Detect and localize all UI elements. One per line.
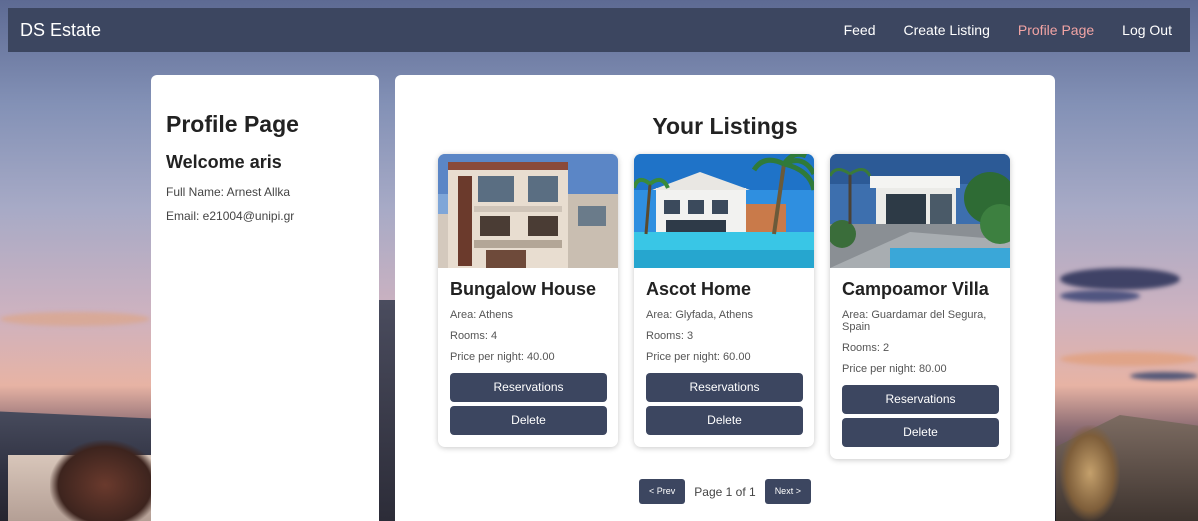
reservations-button[interactable]: Reservations [646,373,803,402]
listings-panel: Your Listings Bungalow House Area: Athen… [395,75,1055,521]
cloud [1130,372,1198,380]
nav-link-log-out[interactable]: Log Out [1122,22,1172,38]
pagination: < Prev Page 1 of 1 Next > [395,479,1055,504]
delete-button[interactable]: Delete [646,406,803,435]
tree [50,440,160,521]
listing-photo [438,154,618,268]
profile-card: Profile Page Welcome aris Full Name: Arn… [151,75,379,521]
page-indicator: Page 1 of 1 [694,484,756,499]
listing-price: Price per night: 40.00 [450,351,555,363]
listing-area: Area: Glyfada, Athens [646,309,754,321]
listing-card: Campoamor Villa Area: Guardamar del Segu… [830,154,1010,459]
listing-area: Area: Athens [450,309,513,321]
reservations-button[interactable]: Reservations [842,385,999,414]
listing-card: Bungalow House Area: Athens Rooms: 4 Pri… [438,154,618,447]
cloud [1060,268,1180,290]
prev-page-button[interactable]: < Prev [639,479,686,504]
cloud [0,312,150,326]
cloud [1060,290,1140,302]
nav-link-profile-page[interactable]: Profile Page [1018,22,1094,38]
full-name-text: Full Name: Arnest Allka [166,185,291,199]
reservations-button[interactable]: Reservations [450,373,607,402]
listing-photo [830,154,1010,268]
listing-area: Area: Guardamar del Segura, Spain [842,309,987,333]
listings-title: Your Listings [652,113,798,139]
delete-button[interactable]: Delete [450,406,607,435]
listing-rooms: Rooms: 2 [842,342,890,354]
listing-price: Price per night: 80.00 [842,363,947,375]
cloud [1060,352,1198,366]
tree [1060,425,1120,521]
next-page-button[interactable]: Next > [764,479,811,504]
navbar: DS Estate Feed Create Listing Profile Pa… [8,8,1190,52]
profile-title: Profile Page [166,111,299,137]
listing-name: Campoamor Villa [842,279,989,299]
listing-price: Price per night: 60.00 [646,351,751,363]
email-text: Email: e21004@unipi.gr [166,209,295,223]
nav-link-feed[interactable]: Feed [844,22,876,38]
welcome-heading: Welcome aris [166,152,282,172]
nav-link-create-listing[interactable]: Create Listing [904,22,990,38]
listing-rooms: Rooms: 4 [450,330,498,342]
nav-links: Feed Create Listing Profile Page Log Out [816,22,1172,38]
brand-logo[interactable]: DS Estate [20,20,101,41]
listing-photo [634,154,814,268]
listing-name: Bungalow House [450,279,597,299]
listing-card: Ascot Home Area: Glyfada, Athens Rooms: … [634,154,814,447]
delete-button[interactable]: Delete [842,418,999,447]
listing-name: Ascot Home [646,279,752,299]
listing-rooms: Rooms: 3 [646,330,694,342]
